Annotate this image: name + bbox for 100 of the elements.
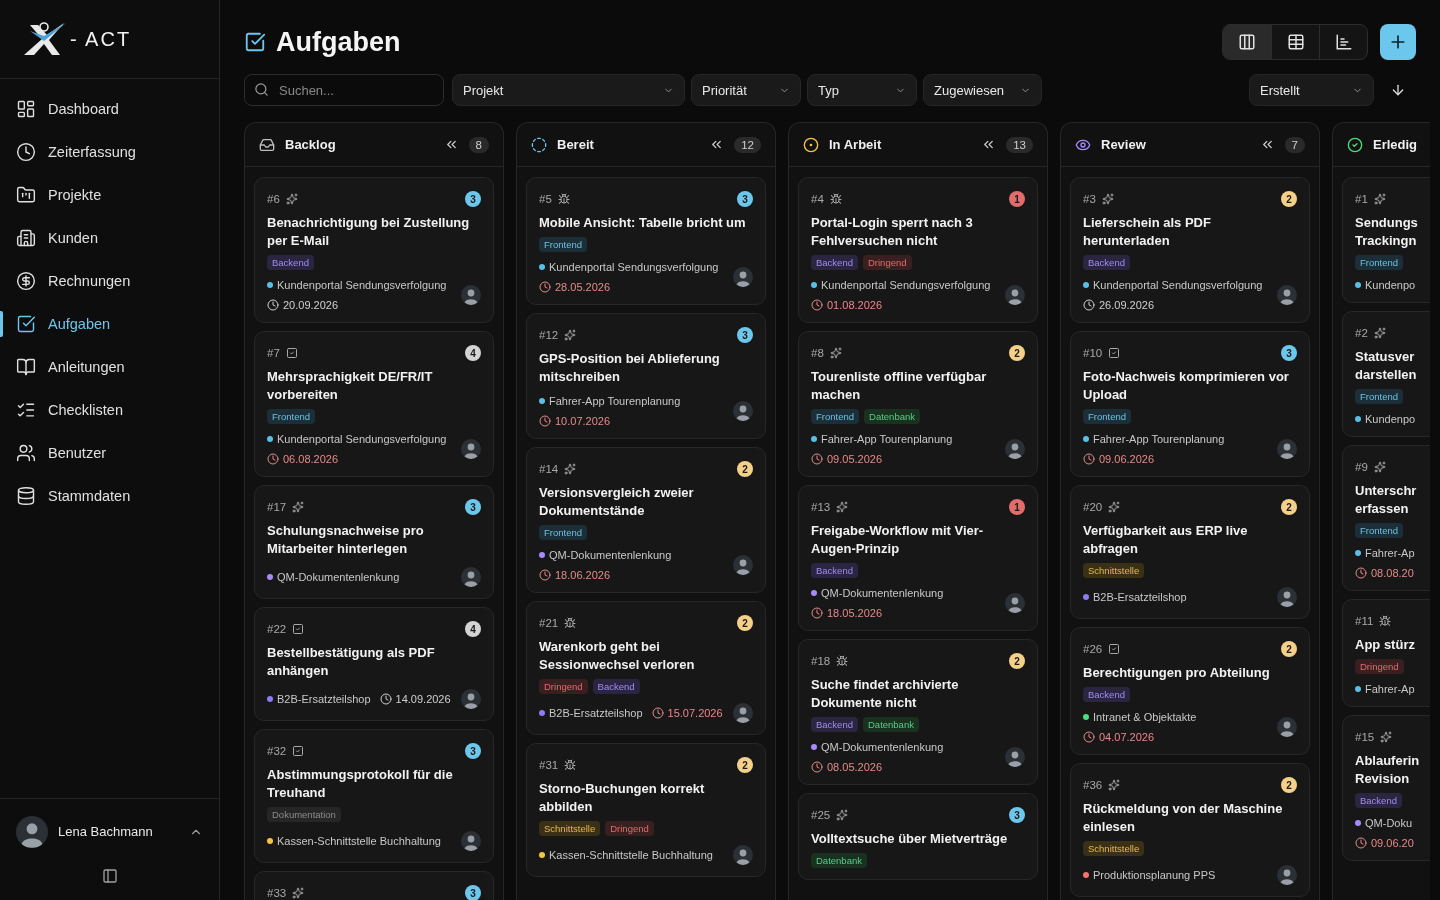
task-number: #12	[539, 329, 559, 341]
task-card[interactable]: #25 3 Volltextsuche über Mietverträge Datenbank	[798, 793, 1038, 880]
task-number: #26	[1083, 643, 1103, 655]
task-title: Verfügbarkeit aus ERP live abfragen	[1083, 522, 1249, 558]
column-title: Erledig	[1373, 137, 1419, 152]
priority-badge: 3	[1281, 345, 1297, 361]
task-title: Abstimmungsprotokoll für die Treuhand	[267, 766, 454, 802]
task-number: #10	[1083, 347, 1103, 359]
clock-icon	[1083, 453, 1095, 465]
priority-badge: 2	[1281, 777, 1297, 793]
clock-icon	[1355, 837, 1367, 849]
task-card[interactable]: #8 2 Tourenliste offline verfügbar machen Frontend Datenbank Fahrer-App Tourenplanung 09.05.2026	[798, 331, 1038, 477]
filter-select[interactable]: Typ	[807, 74, 917, 106]
task-title: Unterschr erfassen	[1355, 482, 1418, 518]
task-number: #17	[267, 501, 287, 513]
priority-badge: 1	[1009, 499, 1025, 515]
nav-item[interactable]: Stammdaten	[0, 479, 219, 513]
task-card[interactable]: #15 Ablauferin Revision Backend QM-Doku 09.06.20	[1342, 715, 1430, 861]
column-count: 7	[1284, 136, 1305, 153]
task-title: Bestellbestätigung als PDF anhängen	[267, 644, 436, 680]
task-tag: Backend	[1083, 255, 1130, 270]
task-card[interactable]: #3 2 Lieferschein als PDF herunterladen Backend Kundenportal Sendungsverfolgung 26.09.2026	[1070, 177, 1310, 323]
task-card[interactable]: #18 2 Suche findet archivierte Dokumente nicht Backend Datenbank QM-Dokumentenlenkung 08.05.2026	[798, 639, 1038, 785]
task-card[interactable]: #1 Sendungs Trackingn Frontend Kundenpo	[1342, 177, 1430, 303]
task-number: #11	[1355, 615, 1374, 627]
task-card[interactable]: #2 Statusver darstellen Frontend Kundenpo	[1342, 311, 1430, 437]
task-title: Tourenliste offline verfügbar machen	[811, 368, 988, 404]
project-label: Fahrer-Ap	[1355, 683, 1430, 695]
due-date: 09.05.2026	[827, 453, 883, 465]
priority-badge: 2	[1009, 653, 1025, 669]
task-card[interactable]: #4 1 Portal-Login sperrt nach 3 Fehlversuchen nicht Backend Dringend Kundenportal Sendungsverfolgung 01.08.2026	[798, 177, 1038, 323]
clock-icon	[267, 299, 279, 311]
task-card[interactable]: #17 3 Schulungsnachweise pro Mitarbeiter hinterlegen QM-Dokumentenlenkung	[254, 485, 494, 599]
task-title: Statusver darstellen	[1355, 348, 1418, 384]
task-tag: Datenbank	[863, 717, 919, 732]
task-card[interactable]: #5 3 Mobile Ansicht: Tabelle bricht um Frontend Kundenportal Sendungsverfolgung 28.05.2026	[526, 177, 766, 305]
checkbox-icon	[16, 314, 36, 334]
nav-item[interactable]: Rechnungen	[0, 264, 219, 298]
due-date: 28.05.2026	[555, 281, 611, 293]
nav-item[interactable]: Checklisten	[0, 393, 219, 427]
nav-item[interactable]: Benutzer	[0, 436, 219, 470]
task-card[interactable]: #13 1 Freigabe-Workflow mit Vier-Augen-Prinzip Backend QM-Dokumentenlenkung 18.05.2026	[798, 485, 1038, 631]
task-number: #31	[539, 759, 559, 771]
columns-icon	[1238, 33, 1256, 51]
task-title: Mehrsprachigkeit DE/FR/IT vorbereiten	[267, 368, 434, 404]
priority-badge: 3	[465, 191, 481, 207]
task-card[interactable]: #7 4 Mehrsprachigkeit DE/FR/IT vorbereiten Frontend Kundenportal Sendungsverfolgung 06.08.2026	[254, 331, 494, 477]
task-card[interactable]: #6 3 Benachrichtigung bei Zustellung per E-Mail Backend Kundenportal Sendungsverfolgung 20.09.2026	[254, 177, 494, 323]
task-title: Volltextsuche über Mietverträge	[811, 830, 1009, 848]
clock-icon	[539, 569, 551, 581]
project-label: Fahrer-App Tourenplanung	[1083, 433, 1271, 445]
task-number: #18	[811, 655, 831, 667]
filter-select[interactable]: Priorität	[691, 74, 801, 106]
task-card[interactable]: #10 3 Foto-Nachweis komprimieren vor Upload Frontend Fahrer-App Tourenplanung 09.06.2026	[1070, 331, 1310, 477]
task-number: #7	[267, 347, 280, 359]
project-label: Intranet & Objektakte	[1083, 711, 1271, 723]
task-card[interactable]: #26 2 Berechtigungen pro Abteilung Backend Intranet & Objektakte 04.07.2026	[1070, 627, 1310, 755]
task-card[interactable]: #9 Unterschr erfassen Frontend Fahrer-Ap 08.08.20	[1342, 445, 1430, 591]
task-card[interactable]: #21 2 Warenkorb geht bei Sessionwechsel verloren Dringend Backend B2B-Ersatzteilshop 15.07.2026	[526, 601, 766, 735]
due-date: 08.05.2026	[827, 761, 883, 773]
task-card[interactable]: #12 3 GPS-Position bei Ablieferung mitschreiben Fahrer-App Tourenplanung 10.07.2026	[526, 313, 766, 439]
nav-item[interactable]: Dashboard	[0, 92, 219, 126]
user-avatar	[16, 815, 48, 848]
task-card[interactable]: #14 2 Versionsvergleich zweier Dokumentstände Frontend QM-Dokumentenlenkung 18.06.2026	[526, 447, 766, 593]
nav-item[interactable]: Kunden	[0, 221, 219, 255]
task-card[interactable]: #33 3	[254, 871, 494, 900]
nav-item[interactable]: Zeiterfassung	[0, 135, 219, 169]
project-label: Fahrer-App Tourenplanung	[539, 395, 727, 407]
nav-item[interactable]: Anleitungen	[0, 350, 219, 384]
priority-badge: 3	[737, 327, 753, 343]
task-title: GPS-Position bei Ablieferung mitschreiben	[539, 350, 721, 386]
search-field[interactable]: Suchen...	[244, 74, 444, 106]
task-card[interactable]: #32 3 Abstimmungsprotokoll für die Treuhand Dokumentation Kassen-Schnittstelle Buchhaltung	[254, 729, 494, 863]
task-card[interactable]: #36 2 Rückmeldung von der Maschine einlesen Schnittstelle Produktionsplanung PPS	[1070, 763, 1310, 897]
task-card[interactable]: #11 App stürz Dringend Fahrer-Ap	[1342, 599, 1430, 707]
task-tag: Schnittstelle	[539, 821, 601, 836]
project-label: Kundenportal Sendungsverfolgung	[1083, 279, 1271, 291]
task-tag: Frontend	[1083, 409, 1132, 424]
nav-item[interactable]: Projekte	[0, 178, 219, 212]
task-title: App stürz	[1355, 636, 1416, 654]
task-tag: Backend	[811, 563, 858, 578]
task-card[interactable]: #20 2 Verfügbarkeit aus ERP live abfragen Schnittstelle B2B-Ersatzteilshop	[1070, 485, 1310, 619]
task-card[interactable]: #22 4 Bestellbestätigung als PDF anhängen B2B-Ersatzteilshop 14.09.2026	[254, 607, 494, 721]
task-number: #14	[539, 463, 559, 475]
add-button[interactable]	[1380, 24, 1416, 60]
task-card[interactable]: #31 2 Storno-Buchungen korrekt abbilden Schnittstelle Dringend Kassen-Schnittstelle Buchhaltung	[526, 743, 766, 877]
project-label: Kundenpo	[1355, 413, 1430, 425]
filter-select[interactable]: Zugewiesen	[923, 74, 1042, 106]
project-label: QM-Dokumentenlenkung	[267, 571, 455, 583]
task-number: #21	[539, 617, 559, 629]
project-label: QM-Doku	[1355, 817, 1430, 829]
task-tag: Dringend	[1355, 659, 1404, 674]
task-title: Warenkorb geht bei Sessionwechsel verloren	[539, 638, 696, 674]
sort-select[interactable]: Erstellt	[1249, 74, 1374, 106]
priority-badge: 2	[1281, 641, 1297, 657]
filter-select[interactable]: Projekt	[452, 74, 685, 106]
building-icon	[16, 228, 36, 248]
board-view-button[interactable]	[1223, 25, 1271, 59]
project-label: B2B-Ersatzteilshop	[1083, 591, 1271, 603]
nav-item[interactable]: Aufgaben	[0, 307, 219, 341]
